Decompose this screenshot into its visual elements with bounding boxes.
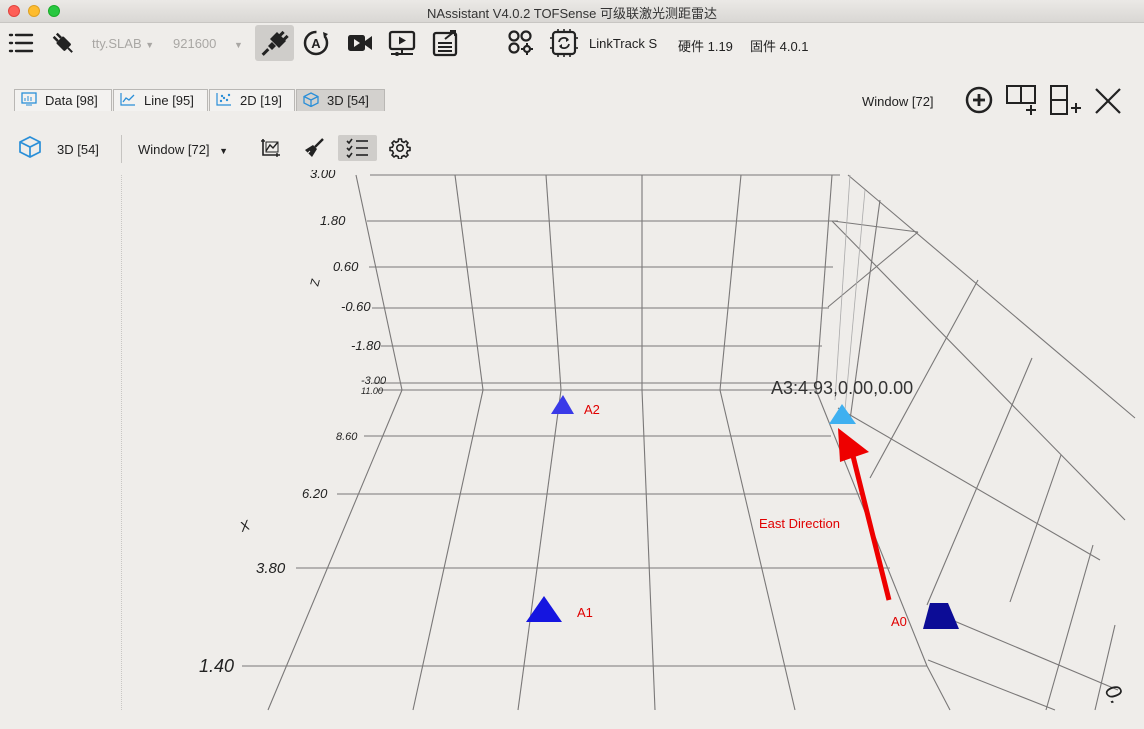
tab-3d[interactable]: 3D [54] — [296, 89, 385, 111]
3d-plot[interactable]: 3.00 1.80 0.60 -0.60 -1.80 -3.00 Z 11.00… — [0, 170, 1144, 729]
anchor-a1-label: A1 — [577, 605, 593, 620]
hardware-version: 硬件 1.19 — [678, 39, 733, 54]
cube-icon — [303, 91, 319, 110]
tab-data-label: Data [98] — [45, 93, 98, 108]
anchor-a2-marker[interactable] — [551, 395, 574, 414]
x-tick-label: 1.40 — [199, 656, 234, 676]
auto-refresh-icon[interactable]: A — [300, 27, 332, 59]
x-tick-labels: 11.00 8.60 6.20 3.80 1.40 — [199, 386, 383, 676]
device-name: LinkTrack S — [589, 36, 658, 51]
anchor-a0-label: A0 — [891, 614, 907, 629]
window-select[interactable]: Window [72] ▼ — [138, 142, 228, 157]
split-vertical-icon[interactable] — [1049, 84, 1083, 116]
checklist-toggle-icon[interactable] — [338, 135, 377, 161]
x-tick-label: 8.60 — [336, 431, 358, 443]
x-tick-label: 3.80 — [256, 560, 286, 577]
anchor-a2-label: A2 — [584, 402, 600, 417]
port-select[interactable]: tty.SLAB ▼ — [92, 36, 154, 51]
video-record-icon[interactable] — [344, 27, 376, 59]
serial-plug-icon[interactable] — [47, 27, 79, 59]
x-tick-label: 11.00 — [361, 386, 383, 396]
plot-grid — [242, 174, 1136, 711]
z-tick-label: 0.60 — [333, 259, 359, 274]
connect-plug-icon[interactable] — [255, 25, 294, 61]
z-tick-label: 1.80 — [320, 213, 346, 228]
tab-2d-label: 2D [19] — [240, 93, 282, 108]
dropdown-arrow-icon: ▼ — [219, 146, 229, 156]
scatter-chart-icon — [216, 92, 232, 109]
main-toolbar: tty.SLAB ▼ 921600 ▼ A LinkTrack S 硬件 1.1… — [0, 23, 1144, 65]
window-title: NAssistant V4.0.2 TOFSense 可级联激光测距雷达 — [427, 6, 717, 21]
cube-icon — [18, 135, 42, 162]
line-chart-icon — [120, 92, 136, 109]
east-direction-label: East Direction — [759, 516, 840, 531]
modules-settings-icon[interactable] — [505, 27, 537, 59]
view-toolbar: 3D [54] Window [72] ▼ — [0, 133, 420, 163]
tab-data[interactable]: Data [98] — [14, 89, 112, 111]
a3-tooltip: A3:4.93,0.00,0.00 — [771, 378, 913, 398]
z-tick-label: -0.60 — [341, 299, 371, 314]
tab-3d-label: 3D [54] — [327, 93, 369, 108]
window-select-label: Window [72] — [138, 142, 210, 157]
plot-back-grid — [834, 174, 866, 411]
tab-line-label: Line [95] — [144, 93, 194, 108]
playback-screen-icon[interactable] — [386, 27, 418, 59]
toolbar-separator — [121, 135, 122, 163]
x-axis-label: X — [237, 516, 253, 535]
menu-icon[interactable] — [5, 27, 37, 59]
x-tick-label: 6.20 — [302, 486, 328, 501]
gear-icon[interactable] — [389, 137, 411, 162]
firmware-version: 固件 4.0.1 — [750, 39, 809, 54]
z-axis-label: Z — [307, 277, 322, 288]
clear-broom-icon[interactable] — [303, 137, 325, 162]
baud-select[interactable]: 921600 ▼ — [173, 36, 243, 51]
z-tick-labels: 3.00 1.80 0.60 -0.60 -1.80 -3.00 — [310, 170, 387, 387]
east-direction-arrow — [838, 428, 892, 601]
title-bar: NAssistant V4.0.2 TOFSense 可级联激光测距雷达 — [0, 0, 1144, 23]
add-window-icon[interactable] — [963, 85, 995, 115]
svg-text:A: A — [311, 36, 321, 51]
window-count: Window [72] — [862, 94, 934, 109]
data-monitor-icon — [21, 92, 37, 109]
view-label: 3D [54] — [57, 142, 99, 157]
tab-line[interactable]: Line [95] — [113, 89, 208, 111]
split-horizontal-icon[interactable] — [1005, 84, 1039, 116]
z-tick-label: 3.00 — [310, 170, 336, 181]
device-sync-icon[interactable] — [548, 27, 580, 59]
export-document-icon[interactable] — [430, 27, 462, 59]
chart-frame-icon[interactable] — [260, 137, 282, 162]
z-tick-label: -1.80 — [351, 338, 381, 353]
anchor-a0-marker[interactable] — [923, 603, 959, 629]
close-view-icon[interactable] — [1093, 86, 1123, 116]
tab-2d[interactable]: 2D [19] — [209, 89, 295, 111]
